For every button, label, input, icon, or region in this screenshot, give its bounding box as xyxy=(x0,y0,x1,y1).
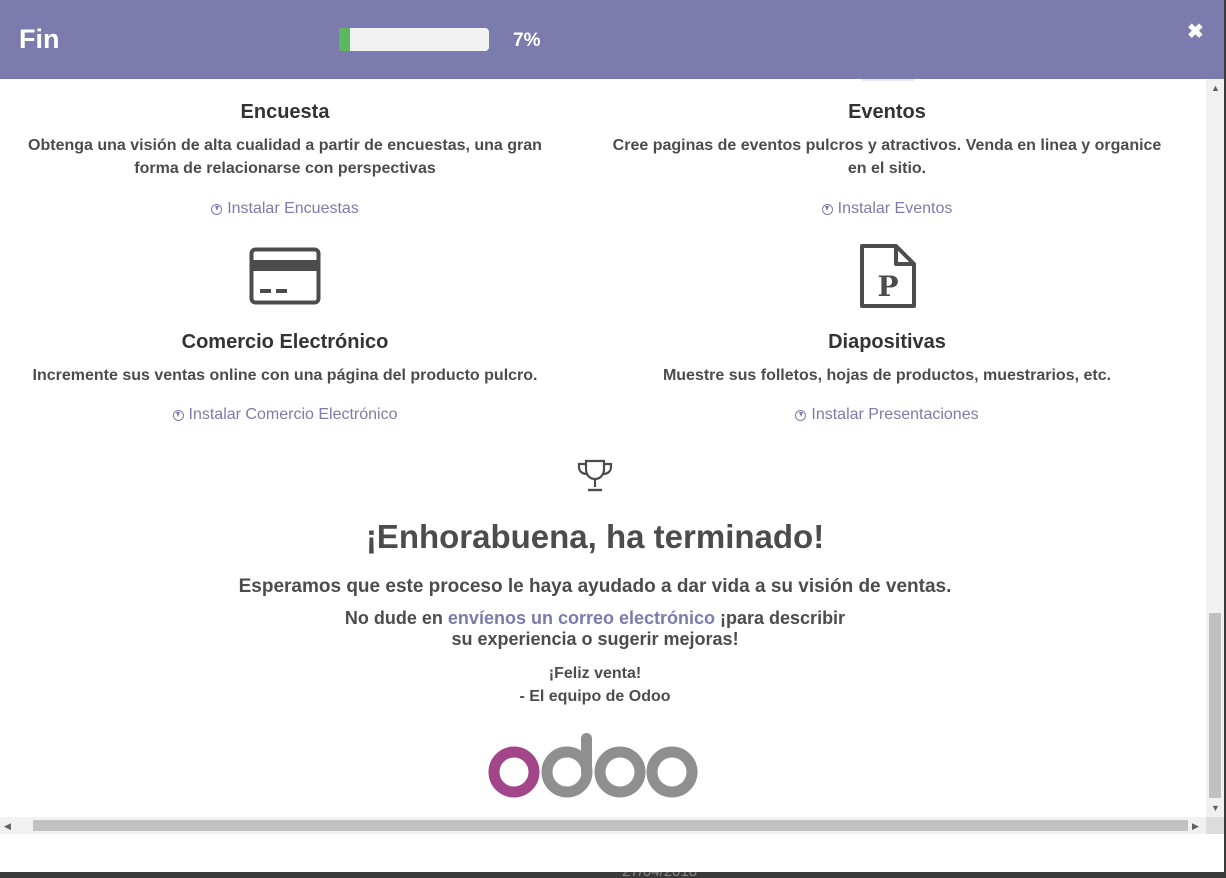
app-card-eventos: Eventos Cree paginas de eventos pulcros … xyxy=(602,101,1172,220)
install-label: Instalar Encuestas xyxy=(227,200,359,217)
dialog-title: Fin xyxy=(19,24,60,54)
install-label: Instalar Presentaciones xyxy=(811,406,979,423)
message-prefix: No dude en xyxy=(344,608,443,628)
app-description: Muestre sus folletos, hojas de productos… xyxy=(662,367,1112,384)
app-description: Obtenga una visión de alta cualidad a pa… xyxy=(28,137,542,177)
vertical-scroll-thumb[interactable] xyxy=(1209,613,1221,798)
horizontal-scrollbar[interactable]: ◀ ▶ xyxy=(0,817,1206,834)
app-description: Cree paginas de eventos pulcros y atract… xyxy=(612,137,1162,177)
app-title: Eventos xyxy=(848,101,926,123)
dialog-footer xyxy=(0,834,1224,872)
scrollbar-corner xyxy=(1206,817,1224,834)
app-card-encuesta: Encuesta Obtenga una visión de alta cual… xyxy=(0,101,570,220)
progress-percent: 7% xyxy=(513,30,541,51)
signoff-line-2: - El equipo de Odoo xyxy=(519,688,671,705)
install-presentaciones-link[interactable]: Instalar Presentaciones xyxy=(795,406,979,424)
download-circle-icon xyxy=(795,409,807,421)
scroll-right-icon[interactable]: ▶ xyxy=(1192,821,1199,831)
app-card-diapositivas: Diapositivas Muestre sus folletos, hojas… xyxy=(602,331,1172,426)
scroll-down-icon[interactable]: ▼ xyxy=(1211,803,1220,813)
credit-card-icon xyxy=(249,247,321,305)
signoff-line-1: ¡Feliz venta! xyxy=(548,665,642,682)
install-eventos-link[interactable]: Instalar Eventos xyxy=(821,200,953,218)
email-us-link[interactable]: envíenos un correo electrónico xyxy=(448,608,715,628)
scroll-left-icon[interactable]: ◀ xyxy=(4,821,11,831)
install-label: Instalar Comercio Electrónico xyxy=(188,406,398,423)
divider xyxy=(862,79,914,81)
vertical-scrollbar[interactable]: ▲ ▼ xyxy=(1206,79,1224,817)
completion-message: ¡Enhorabuena, ha terminado! Esperamos qu… xyxy=(0,518,1190,708)
install-ecommerce-link[interactable]: Instalar Comercio Electrónico xyxy=(172,406,398,424)
scroll-up-icon[interactable]: ▲ xyxy=(1211,83,1220,93)
message-suffix-2: su experiencia o sugerir mejoras! xyxy=(451,629,739,649)
download-circle-icon xyxy=(821,203,833,215)
progress-bar xyxy=(339,28,489,51)
message-line-1: Esperamos que este proceso le haya ayuda… xyxy=(238,576,952,597)
progress-fill xyxy=(339,28,350,51)
odoo-logo xyxy=(488,733,698,798)
app-title: Comercio Electrónico xyxy=(181,331,389,353)
horizontal-scroll-thumb[interactable] xyxy=(33,820,1188,831)
app-description: Incremente sus ventas online con una pág… xyxy=(32,367,538,384)
close-button[interactable]: ✖ xyxy=(1187,19,1204,44)
file-p-icon: P xyxy=(860,244,916,308)
message-suffix: ¡para describir xyxy=(720,608,846,628)
download-circle-icon xyxy=(211,203,223,215)
trophy-icon xyxy=(577,459,613,492)
download-circle-icon xyxy=(172,409,184,421)
congrats-heading: ¡Enhorabuena, ha terminado! xyxy=(365,518,825,555)
install-encuestas-link[interactable]: Instalar Encuestas xyxy=(211,200,359,218)
install-label: Instalar Eventos xyxy=(837,200,953,217)
app-card-ecommerce: Comercio Electrónico Incremente sus vent… xyxy=(0,331,570,426)
completion-dialog: Fin 7% ✖ Encuesta Obtenga una visión de … xyxy=(0,0,1224,872)
app-title: Diapositivas xyxy=(828,331,946,353)
app-title: Encuesta xyxy=(240,101,330,123)
signoff: ¡Feliz venta! - El equipo de Odoo xyxy=(0,662,1190,708)
svg-text:P: P xyxy=(877,270,898,303)
dialog-header: Fin 7% ✖ xyxy=(0,0,1224,79)
dialog-body: Encuesta Obtenga una visión de alta cual… xyxy=(0,79,1206,817)
message-line-2: No dude en envíenos un correo electrónic… xyxy=(0,608,1190,650)
